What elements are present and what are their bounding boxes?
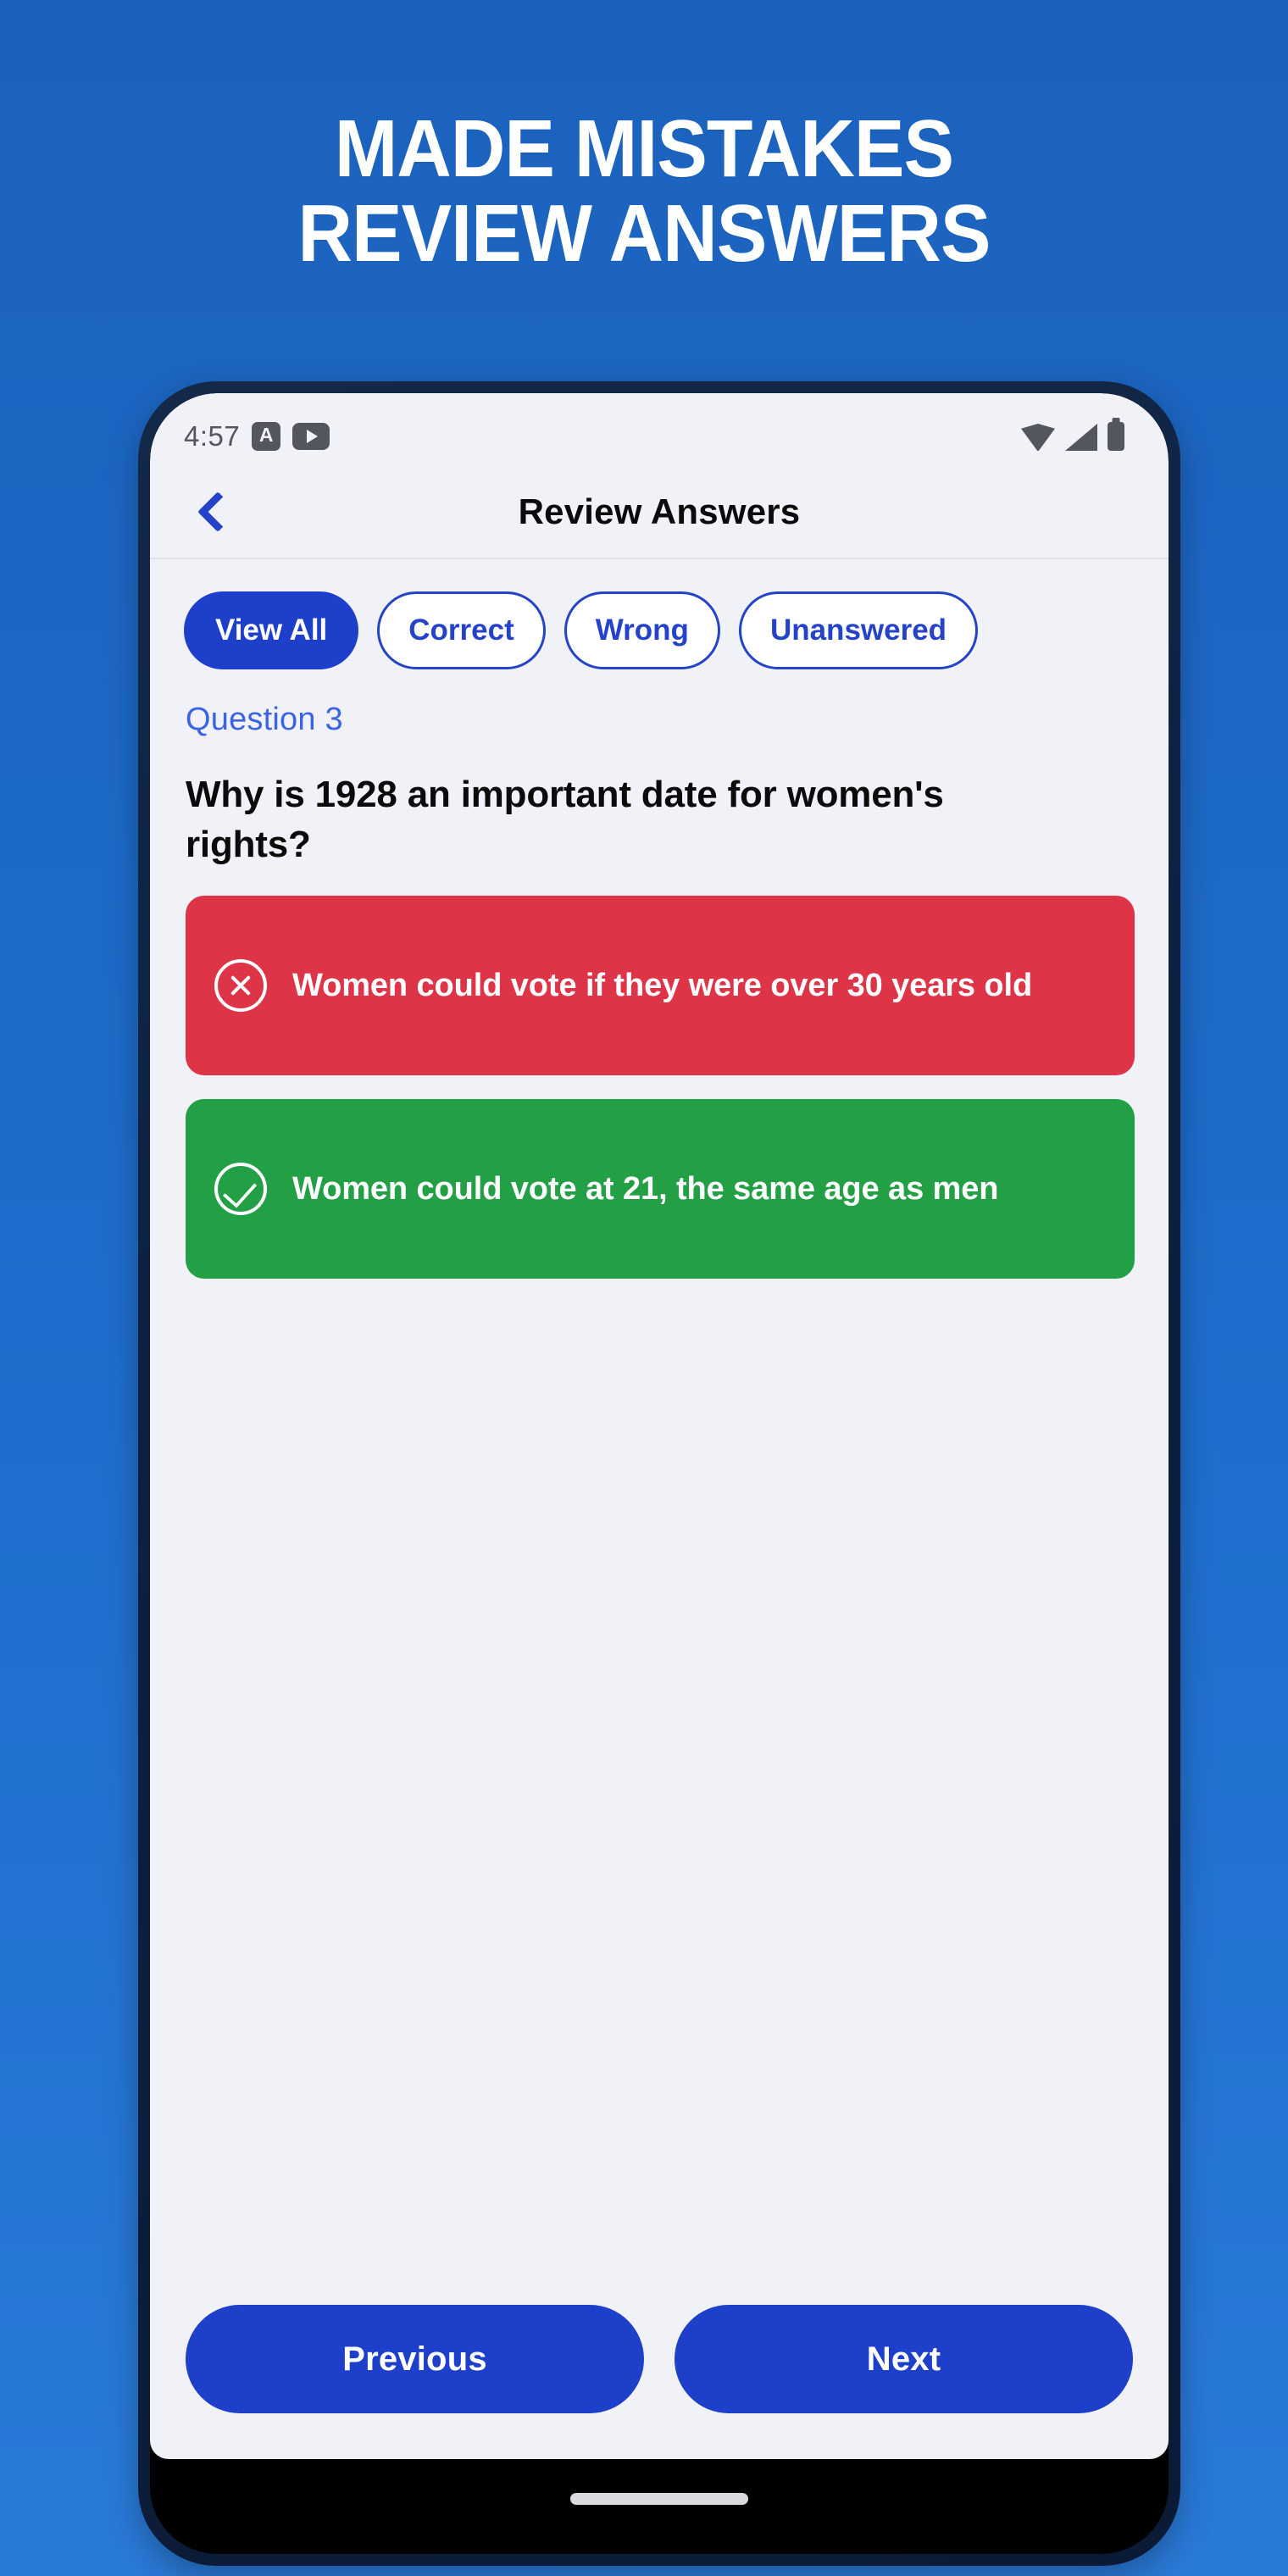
- app-bar: Review Answers: [150, 466, 1169, 559]
- cellular-signal-icon: [1065, 424, 1097, 451]
- accessibility-a-icon: A: [252, 422, 281, 451]
- question-block: Question 3 Why is 1928 an important date…: [150, 669, 1169, 870]
- promo-headline-line-2: REVIEW ANSWERS: [297, 187, 991, 279]
- app-screen: 4:57 A Review Answers View All Correct W…: [150, 393, 1169, 2459]
- answer-option-correct[interactable]: Women could vote at 21, the same age as …: [186, 1098, 1135, 1279]
- status-bar-left: 4:57 A: [184, 420, 330, 452]
- back-button[interactable]: [179, 473, 257, 551]
- answer-option-label: Women could vote at 21, the same age as …: [292, 1170, 999, 1207]
- wifi-icon: [1021, 424, 1055, 451]
- home-pill-indicator[interactable]: [570, 2493, 748, 2505]
- battery-icon: [1108, 422, 1124, 451]
- previous-button[interactable]: Previous: [186, 2305, 644, 2413]
- quiz-navigation-bar: Previous Next: [150, 2305, 1169, 2413]
- circle-x-icon: [214, 958, 267, 1012]
- filter-chip-wrong[interactable]: Wrong: [564, 591, 720, 669]
- status-bar-right: [1021, 422, 1124, 451]
- video-play-icon: [292, 423, 330, 450]
- promo-headline-line-1: MADE MISTAKES: [334, 103, 954, 194]
- status-bar: 4:57 A: [150, 393, 1169, 466]
- filter-chip-view-all[interactable]: View All: [184, 591, 359, 669]
- promo-headline: MADE MISTAKES REVIEW ANSWERS: [45, 107, 1243, 276]
- question-index-label: Question 3: [186, 702, 343, 737]
- filter-chip-row: View All Correct Wrong Unanswered: [150, 559, 1169, 669]
- answer-option-label: Women could vote if they were over 30 ye…: [292, 967, 1033, 1003]
- phone-mockup-frame: 4:57 A Review Answers View All Correct W…: [138, 381, 1180, 2566]
- next-button[interactable]: Next: [675, 2305, 1133, 2413]
- filter-chip-correct[interactable]: Correct: [377, 591, 546, 669]
- chevron-left-icon: [197, 491, 239, 533]
- circle-check-icon: [214, 1162, 267, 1215]
- status-bar-clock: 4:57: [184, 420, 241, 452]
- filter-chip-unanswered[interactable]: Unanswered: [738, 591, 979, 669]
- answer-option-wrong[interactable]: Women could vote if they were over 30 ye…: [186, 895, 1135, 1075]
- page-title: Review Answers: [518, 491, 801, 531]
- answer-list: Women could vote if they were over 30 ye…: [150, 870, 1169, 1279]
- question-text: Why is 1928 an important date for women'…: [186, 774, 944, 865]
- system-navigation-bar: [150, 2459, 1169, 2554]
- phone-screen-bezel: 4:57 A Review Answers View All Correct W…: [150, 393, 1169, 2554]
